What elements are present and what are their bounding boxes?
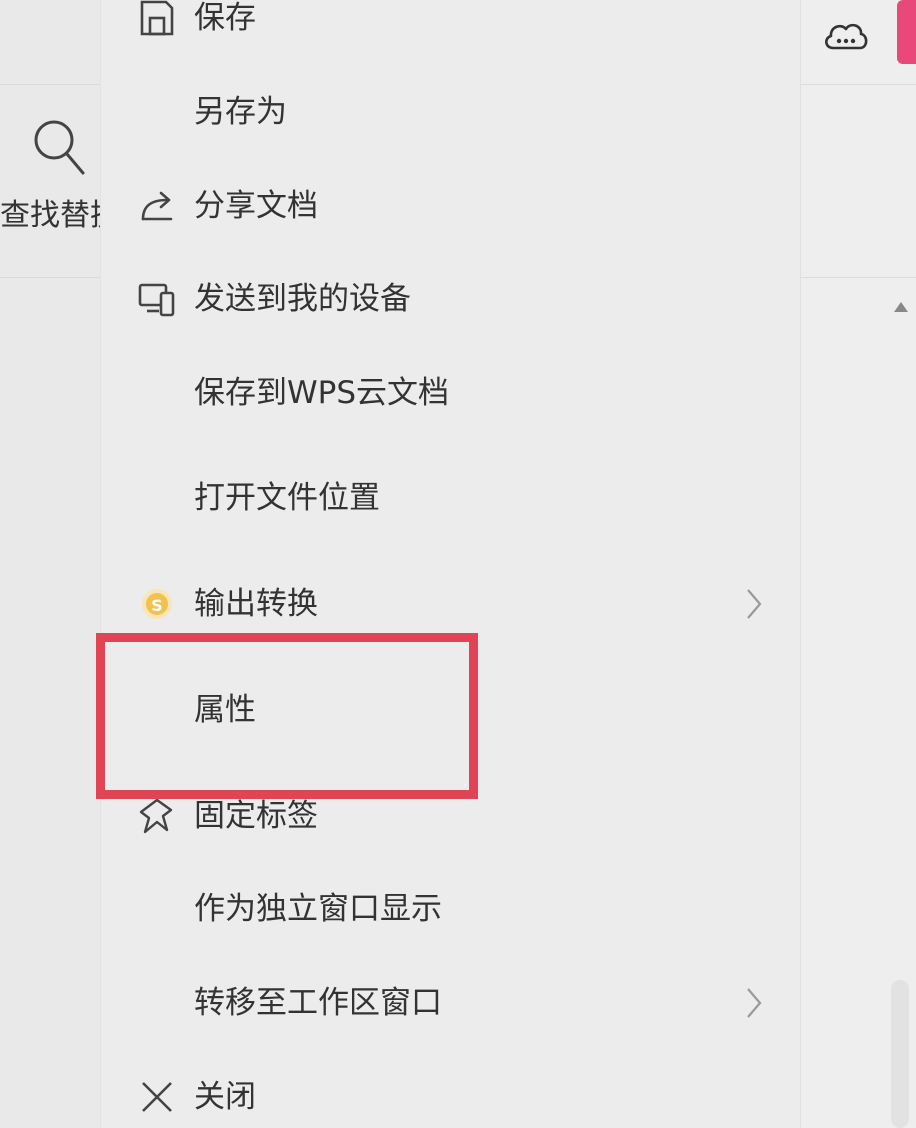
menu-item-label: 分享文档 [194,188,318,224]
menu-item-save-to-cloud[interactable]: 保存到WPS云文档 [101,353,801,433]
close-icon [142,1082,172,1112]
chevron-right-icon [747,988,762,1018]
divider [0,84,100,85]
coin-icon: S [142,589,172,619]
menu-item-save-as[interactable]: 另存为 [101,72,801,152]
menu-item-save[interactable]: 保存 [101,0,801,58]
menu-item-label: 转移至工作区窗口 [194,985,442,1021]
menu-item-send-to-device[interactable]: 发送到我的设备 [101,259,801,339]
divider [801,277,916,278]
chevron-right-icon [747,589,762,619]
device-icon [138,283,175,317]
menu-item-independent-window[interactable]: 作为独立窗口显示 [101,869,801,949]
svg-text:S: S [151,596,163,615]
menu-item-export-convert[interactable]: S 输出转换 [101,564,801,644]
menu-item-label: 另存为 [194,94,287,130]
scrollbar-thumb[interactable] [891,980,909,1128]
menu-item-share[interactable]: 分享文档 [101,166,801,246]
file-context-menu: 保存 另存为 分享文档 发送到我的设备 保存到WPS云文档 打开文件位置 S 输… [100,0,801,1128]
cloud-icon [825,23,868,50]
menu-item-label: 打开文件位置 [194,480,380,516]
menu-item-label: 保存 [194,0,256,36]
menu-item-pin-tab[interactable]: 固定标签 [101,776,801,856]
save-icon [140,0,174,36]
screen: 查找替换 保存 另存为 分享文档 [0,0,916,1128]
find-replace-button[interactable]: 查找替换 [0,108,100,238]
cloud-more-button[interactable] [821,12,871,58]
menu-item-label: 属性 [194,692,256,728]
menu-item-label: 关闭 [194,1079,256,1115]
account-badge[interactable] [897,0,916,64]
menu-item-label: 输出转换 [194,586,318,622]
search-icon [34,120,85,175]
menu-item-label: 发送到我的设备 [194,281,411,317]
menu-item-move-to-workspace[interactable]: 转移至工作区窗口 [101,963,801,1043]
menu-item-close[interactable]: 关闭 [101,1057,801,1128]
menu-item-label: 保存到WPS云文档 [194,375,450,411]
menu-item-open-file-location[interactable]: 打开文件位置 [101,458,801,538]
pin-icon [139,798,173,834]
share-icon [141,191,173,221]
right-panel [800,0,916,1128]
menu-item-properties[interactable]: 属性 [101,670,801,750]
divider [801,84,916,85]
find-replace-label: 查找替换 [0,198,100,233]
divider [0,277,100,278]
ribbon-left-strip: 查找替换 [0,0,100,1128]
menu-item-label: 固定标签 [194,798,318,834]
menu-item-label: 作为独立窗口显示 [194,891,442,927]
scroll-up-icon[interactable] [893,300,909,314]
